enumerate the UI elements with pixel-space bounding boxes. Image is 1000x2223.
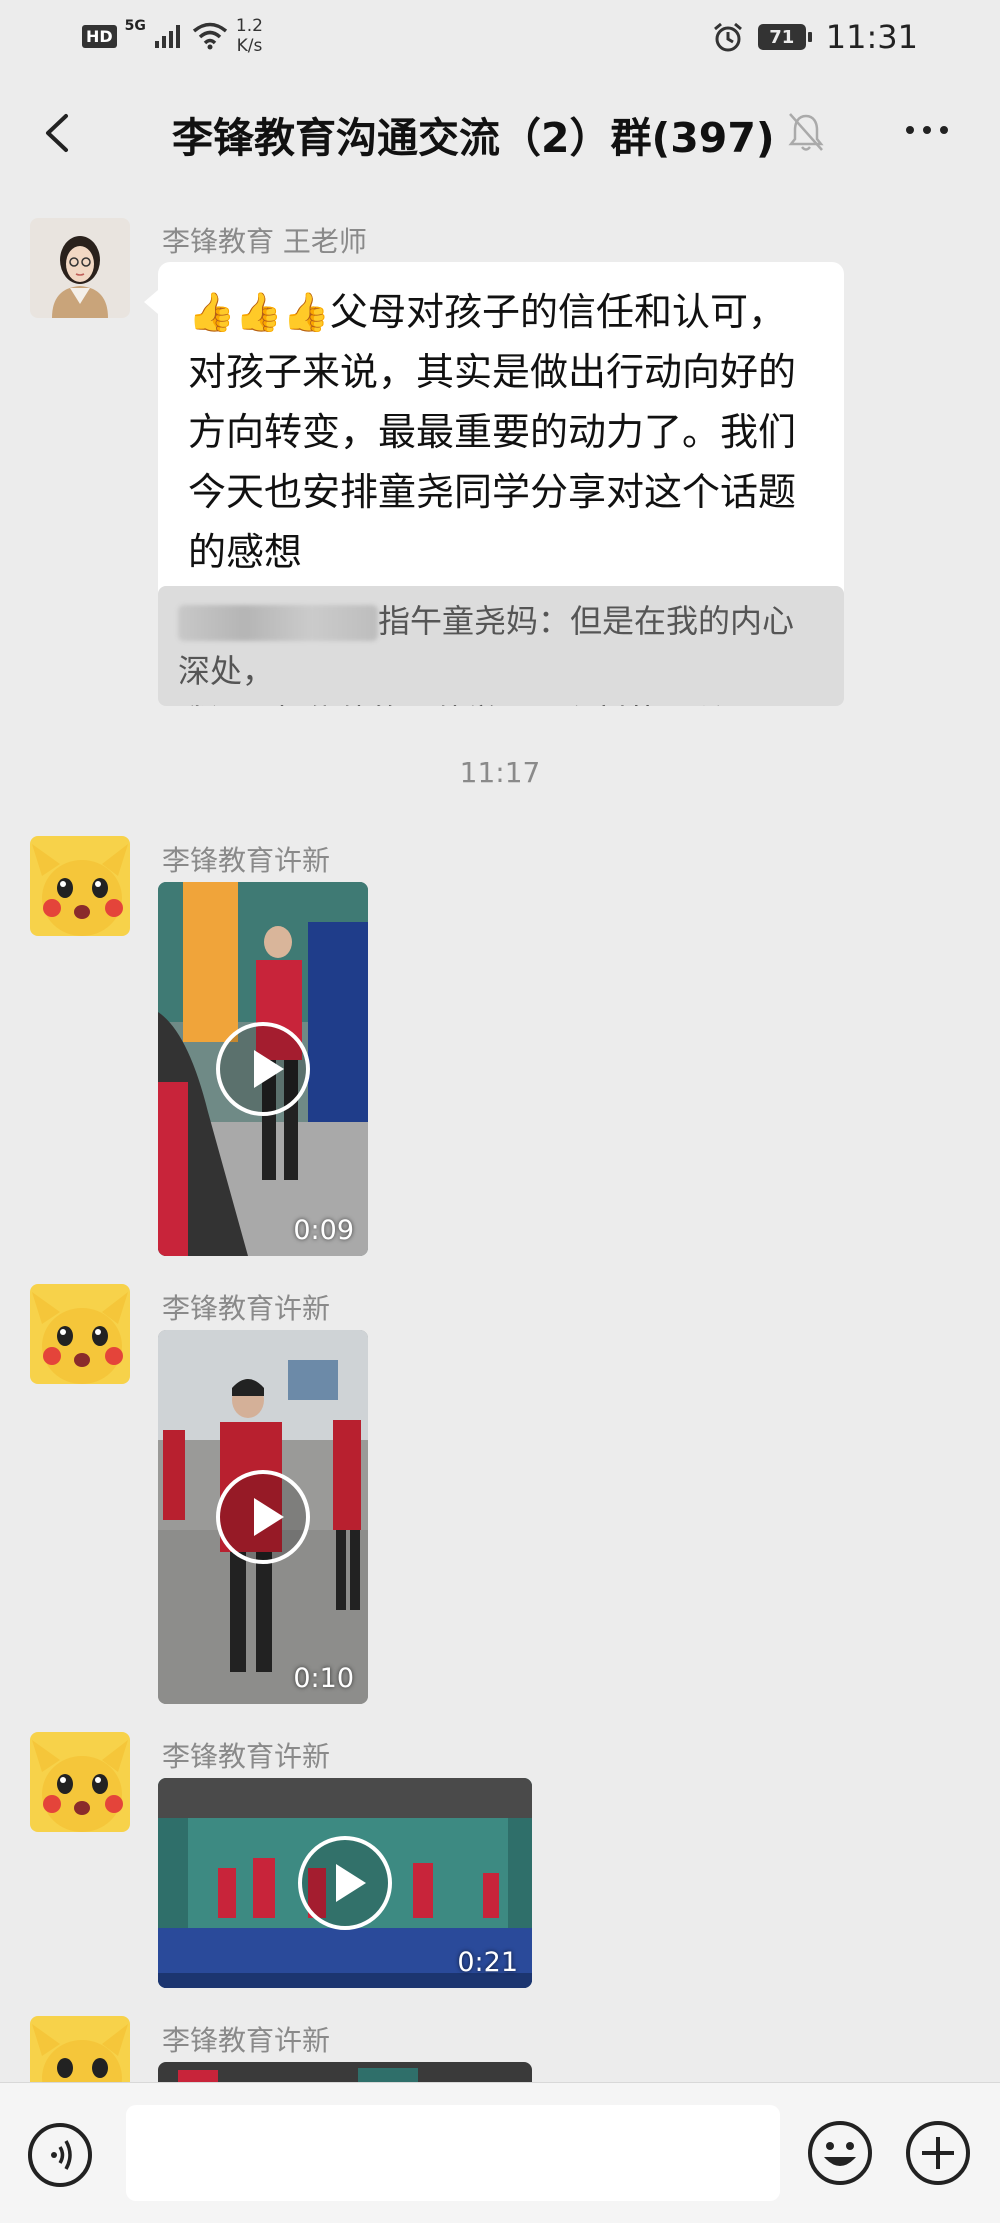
message-bubble[interactable]: 👍👍👍父母对孩子的信任和认可， 对孩子来说，其实是做出行动向好的方向转变，最最重要… (144, 262, 844, 606)
avatar-teacher[interactable] (30, 218, 130, 318)
more-icon[interactable] (906, 126, 948, 134)
plus-icon[interactable] (904, 2119, 972, 2187)
message-text-line1: 父母对孩子的信任和认可， (329, 290, 786, 334)
video-message[interactable]: 0:09 (158, 882, 368, 1256)
sender-name: 李锋教育许新 (162, 2024, 331, 2057)
speed-unit: K/s (236, 36, 263, 56)
voice-icon[interactable] (28, 2123, 92, 2187)
bell-muted-icon (788, 113, 824, 151)
clock: 11:31 (825, 18, 918, 56)
hd-badge: HD (82, 24, 117, 48)
video-duration: 0:21 (457, 1947, 518, 1978)
avatar-pikachu[interactable] (30, 1284, 130, 1384)
chat-header: 李锋教育沟通交流（2）群(397) (0, 82, 1000, 182)
network-label: 5G (124, 18, 146, 34)
alarm-icon (713, 22, 742, 52)
back-icon[interactable] (34, 108, 84, 158)
status-bar: HD 5G 1.2 K/s 71 11:31 (0, 0, 1000, 72)
video-duration: 0:10 (293, 1663, 354, 1694)
play-icon[interactable] (216, 1470, 310, 1564)
thumbs-up-emoji: 👍👍👍 (188, 290, 330, 334)
video-message[interactable]: 0:10 (158, 1330, 368, 1704)
emoji-icon[interactable] (806, 2119, 874, 2187)
blurred-name (178, 605, 378, 641)
battery-indicator: 71 (757, 24, 812, 50)
video-message[interactable] (158, 2062, 532, 2082)
sender-name: 李锋教育许新 (162, 1740, 331, 1773)
sender-name: 李锋教育许新 (162, 844, 331, 877)
timestamp: 11:17 (459, 756, 541, 789)
battery-level: 71 (757, 24, 806, 50)
avatar-pikachu[interactable] (30, 836, 130, 936)
signal-icon (154, 25, 180, 48)
quote-line2: 我还是相信他的，他学习那么刻苦，所… (178, 696, 824, 706)
sender-name: 李锋教育 王老师 (162, 225, 367, 258)
video-message[interactable]: 0:21 (158, 1778, 532, 1988)
sender-name: 李锋教育许新 (162, 1292, 331, 1325)
video-duration: 0:09 (293, 1215, 354, 1246)
input-bar (0, 2082, 1000, 2223)
play-icon[interactable] (298, 1836, 392, 1930)
message-input[interactable] (126, 2105, 780, 2201)
network-speed: 1.2 K/s (236, 16, 263, 56)
message-text-rest: 对孩子来说，其实是做出行动向好的方向转变，最最重要的动力了。我们今天也安排童尧同… (188, 350, 797, 574)
play-icon[interactable] (216, 1022, 310, 1116)
wifi-icon (192, 22, 228, 50)
avatar-pikachu[interactable] (30, 1732, 130, 1832)
speed-value: 1.2 (235, 16, 263, 36)
quoted-reply[interactable]: 指午童尧妈：但是在我的内心深处， 我还是相信他的，他学习那么刻苦，所… (158, 586, 844, 706)
chat-title: 李锋教育沟通交流（2）群(397) (172, 114, 775, 162)
